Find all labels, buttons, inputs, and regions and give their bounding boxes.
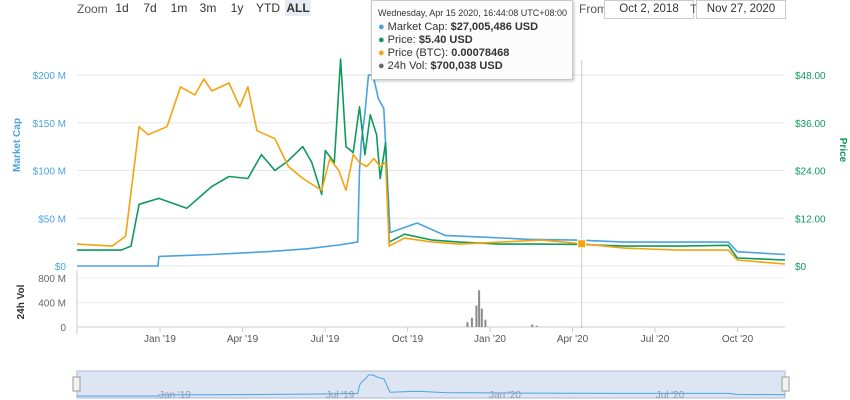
tooltip-label: 24h Vol:	[387, 60, 428, 72]
tooltip-value: $700,038 USD	[430, 60, 503, 72]
x-tick-label: Jan '20	[474, 334, 506, 345]
right-axis-title: Price	[837, 138, 848, 163]
volume-tick-label: 0	[60, 323, 66, 334]
right-tick-label: $48.00	[795, 71, 826, 82]
left-tick-label: $150 M	[33, 119, 66, 130]
x-tick-label: Jul '20	[641, 334, 670, 345]
price-dot-icon: ●	[378, 34, 385, 46]
navigator-label: Jul '20	[656, 390, 685, 400]
left-axis-title: Market Cap	[12, 118, 23, 172]
volume-tick-label: 800 M	[38, 274, 66, 285]
volume-bar	[475, 305, 478, 327]
hover-marker	[577, 239, 587, 249]
x-tick-label: Jan '19	[144, 334, 176, 345]
tooltip-label: Market Cap:	[387, 21, 448, 33]
volume-bar	[466, 322, 469, 327]
left-tick-label: $200 M	[33, 71, 66, 82]
x-tick-label: Oct '20	[722, 334, 754, 345]
right-tick-label: $0	[795, 262, 807, 273]
right-tick-label: $12.00	[795, 214, 826, 225]
volume-bar	[478, 290, 481, 327]
left-tick-label: $100 M	[33, 167, 66, 178]
volume-bar	[535, 325, 538, 327]
right-tick-label: $36.00	[795, 119, 826, 130]
tooltip: Wednesday, Apr 15 2020, 16:44:08 UTC+08:…	[371, 0, 573, 80]
volume-bar	[484, 319, 487, 327]
navigator-label: Jan '19	[159, 390, 191, 400]
navigator-handle-left	[72, 376, 81, 392]
volume-bar	[580, 326, 583, 328]
series-line-price-btc	[76, 78, 786, 265]
price-btc-dot-icon: ●	[378, 47, 385, 59]
tooltip-row-price-btc: ● Price (BTC): 0.00078468	[378, 47, 572, 59]
x-tick-label: Oct '19	[392, 334, 424, 345]
tooltip-row-market-cap: ● Market Cap: $27,005,486 USD	[378, 21, 572, 33]
volume-dot-icon: ●	[378, 60, 385, 72]
tooltip-date: Wednesday, Apr 15 2020, 16:44:08 UTC+08:…	[378, 8, 568, 18]
series-layer	[76, 58, 786, 267]
x-tick-label: Apr '19	[227, 334, 259, 345]
x-tick-label: Apr '20	[557, 334, 589, 345]
left-tick-label: $50 M	[38, 214, 66, 225]
grid-layer	[76, 74, 785, 334]
tooltip-row-volume: ● 24h Vol: $700,038 USD	[378, 60, 572, 72]
market-cap-dot-icon: ●	[378, 21, 385, 33]
tooltip-value: $27,005,486 USD	[450, 21, 539, 33]
volume-bar	[470, 317, 473, 327]
x-tick-label: Jul '19	[311, 334, 340, 345]
navigator[interactable]: Jan '19 Jul '19 Jan '20 Jul '20	[72, 370, 790, 400]
left-tick-label: $0	[55, 262, 67, 273]
right-tick-label: $24.00	[795, 167, 826, 178]
axis-layer: $0 $0 $50 M $12.00 $100 M $24.00 $150 M $36.00 $…	[12, 71, 848, 345]
tooltip-value: $5.40 USD	[418, 34, 473, 46]
navigator-label: Jan '20	[489, 390, 521, 400]
navigator-handle-right	[781, 376, 790, 392]
tooltip-value: 0.00078468	[451, 47, 510, 59]
tooltip-row-price: ● Price: $5.40 USD	[378, 34, 572, 46]
volume-layer	[466, 290, 583, 328]
tooltip-label: Price:	[387, 34, 416, 46]
marker-layer	[577, 60, 587, 327]
tooltip-label: Price (BTC):	[387, 47, 449, 59]
volume-bar	[480, 308, 483, 327]
volume-bar	[531, 324, 534, 327]
volume-axis-title: 24h Vol	[16, 284, 27, 319]
volume-tick-label: 400 M	[38, 299, 66, 310]
navigator-label: Jul '19	[326, 390, 355, 400]
